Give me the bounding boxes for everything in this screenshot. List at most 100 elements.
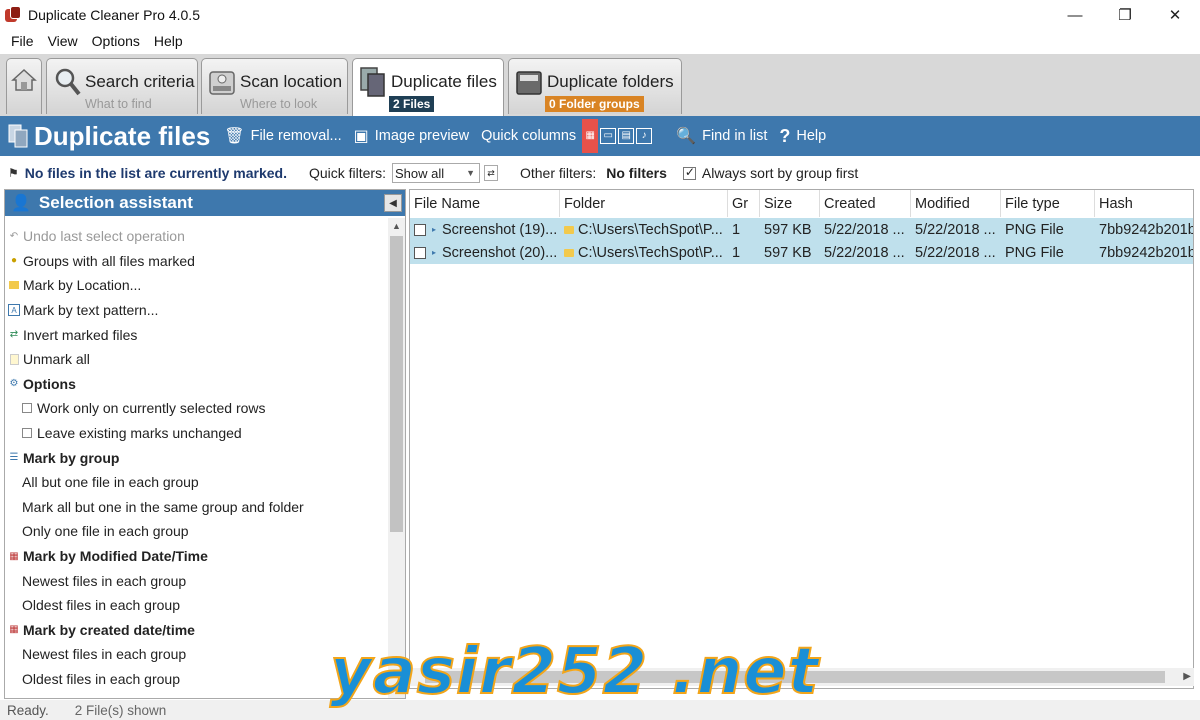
item-label: Newest files in each group: [22, 572, 187, 589]
filter-bar: ⚑ No files in the list are currently mar…: [0, 158, 1200, 188]
cell-created: 5/22/2018 ...: [824, 244, 905, 261]
cell-file-name: Screenshot (19)...: [442, 221, 558, 238]
home-icon: [11, 68, 37, 91]
column-hash[interactable]: Hash: [1095, 190, 1193, 217]
item-label: Oldest files in each group: [22, 597, 180, 614]
item-label: Only one file in each group: [22, 523, 189, 540]
tab-title: Scan location: [240, 72, 343, 91]
all-but-one-same-folder[interactable]: Mark all but one in the same group and f…: [5, 495, 385, 520]
leave-existing-marks[interactable]: Leave existing marks unchanged: [5, 421, 385, 446]
newest-modified[interactable]: Newest files in each group: [5, 568, 385, 593]
scroll-up-icon[interactable]: ▲: [388, 218, 405, 235]
find-in-list-label: Find in list: [702, 128, 768, 144]
column-group[interactable]: Gr: [728, 190, 760, 217]
menu-help[interactable]: Help: [147, 33, 190, 49]
marked-status: No files in the list are currently marke…: [24, 165, 287, 181]
column-folder[interactable]: Folder: [560, 190, 728, 217]
item-label: Newest files in each group: [22, 646, 187, 663]
work-only-selected-checkbox[interactable]: [22, 403, 32, 414]
column-size[interactable]: Size: [760, 190, 820, 217]
column-file-type[interactable]: File type: [1001, 190, 1095, 217]
item-label: All but one file in each group: [22, 474, 199, 491]
search-icon: 🔍: [676, 128, 697, 145]
close-button[interactable]: ✕: [1150, 0, 1200, 30]
find-in-list-button[interactable]: 🔍 Find in list: [676, 126, 767, 146]
newest-created[interactable]: Newest files in each group: [5, 642, 385, 667]
undo-last-select[interactable]: ↶ Undo last select operation: [5, 224, 385, 249]
cell-created: 5/22/2018 ...: [824, 221, 905, 238]
quick-columns-button[interactable]: Quick columns: [481, 128, 576, 144]
tab-title: Duplicate files: [391, 72, 497, 91]
table-row[interactable]: ▸ Screenshot (20)... C:\Users\TechSpot\P.…: [410, 241, 1193, 264]
row-checkbox[interactable]: [414, 223, 426, 236]
leave-marks-checkbox[interactable]: [22, 428, 32, 439]
duplicate-files-icon: [8, 124, 28, 148]
window-title: Duplicate Cleaner Pro 4.0.5: [28, 7, 200, 23]
help-button[interactable]: ? Help: [779, 126, 826, 147]
file-icon: ▸: [432, 248, 437, 257]
tab-scan-location[interactable]: Scan location Where to look: [201, 58, 348, 114]
table-row[interactable]: ▸ Screenshot (19)... C:\Users\TechSpot\P.…: [410, 218, 1193, 241]
left-scrollbar[interactable]: ▲: [388, 218, 405, 698]
quick-columns-label: Quick columns: [481, 128, 577, 144]
work-only-selected-rows[interactable]: Work only on currently selected rows: [5, 396, 385, 421]
menu-view[interactable]: View: [41, 33, 85, 49]
folder-icon: [516, 71, 542, 95]
groups-with-all-marked[interactable]: ● Groups with all files marked: [5, 249, 385, 274]
menu-bar: File View Options Help: [0, 30, 1200, 52]
page-title: Duplicate files: [34, 120, 211, 151]
image-columns-icon[interactable]: ▤: [618, 128, 635, 144]
tab-home[interactable]: [6, 58, 42, 114]
image-preview-button[interactable]: ▣ Image preview: [354, 126, 469, 146]
drive-icon: [209, 71, 235, 95]
quick-filter-select[interactable]: Show all ▼: [391, 163, 480, 183]
table-header: File Name Folder Gr Size Created Modifie…: [410, 190, 1193, 217]
oldest-created[interactable]: Oldest files in each group: [5, 667, 385, 692]
calendar-icon: ▦: [9, 624, 19, 636]
column-modified[interactable]: Modified: [911, 190, 1001, 217]
only-one-in-group[interactable]: Only one file in each group: [5, 519, 385, 544]
invert-icon: ⇄: [9, 329, 19, 341]
tab-search-criteria[interactable]: Search criteria What to find: [46, 58, 198, 114]
tab-strip: Search criteria What to find Scan locati…: [0, 54, 1200, 116]
minimize-button[interactable]: —: [1050, 0, 1100, 30]
column-created[interactable]: Created: [820, 190, 911, 217]
file-removal-button[interactable]: 🗑 File removal...: [224, 126, 341, 146]
selection-assistant-header: 👤 Selection assistant ◀: [5, 190, 405, 216]
restore-button[interactable]: ❐: [1100, 0, 1150, 30]
mark-by-location[interactable]: Mark by Location...: [5, 273, 385, 298]
grid-columns-icon[interactable]: ▦: [582, 119, 599, 153]
other-filters-label: Other filters:: [519, 165, 597, 181]
tab-duplicate-files[interactable]: Duplicate files 2 Files: [352, 58, 504, 116]
cell-modified: 5/22/2018 ...: [915, 221, 996, 238]
sort-by-group-checkbox[interactable]: [682, 165, 696, 180]
unmark-all[interactable]: Unmark all: [5, 347, 385, 372]
oldest-modified[interactable]: Oldest files in each group: [5, 593, 385, 618]
folder-icon: [564, 248, 574, 257]
tab-duplicate-folders[interactable]: Duplicate folders 0 Folder groups: [508, 58, 682, 114]
help-label: Help: [796, 128, 827, 144]
scroll-right-icon[interactable]: ▶: [1183, 668, 1191, 686]
music-columns-icon[interactable]: ♪: [636, 128, 653, 144]
selection-assistant-list: ↶ Undo last select operation ● Groups wi…: [5, 224, 385, 691]
row-checkbox[interactable]: [414, 246, 426, 259]
scroll-thumb[interactable]: [390, 236, 403, 532]
column-file-name[interactable]: File Name: [410, 190, 560, 217]
mark-by-group-section: ☰ Mark by group: [5, 445, 385, 470]
invert-marked[interactable]: ⇄ Invert marked files: [5, 322, 385, 347]
watermark: yasir252 .net: [329, 634, 820, 710]
text-pattern-icon: A: [8, 304, 20, 317]
mark-by-text-pattern[interactable]: A Mark by text pattern...: [5, 298, 385, 323]
sort-by-group-label: Always sort by group first: [701, 165, 859, 181]
refresh-filter-button[interactable]: ⇄: [483, 165, 498, 181]
collapse-panel-button[interactable]: ◀: [384, 194, 402, 212]
menu-options[interactable]: Options: [85, 33, 147, 49]
window-columns-icon[interactable]: ▭: [600, 128, 617, 144]
all-but-one-in-group[interactable]: All but one file in each group: [5, 470, 385, 495]
calendar-icon: ▦: [9, 550, 19, 562]
status-text: Ready.: [7, 702, 49, 718]
other-filters-value[interactable]: No filters: [606, 165, 667, 181]
image-icon: ▣: [353, 128, 369, 145]
warning-icon: ●: [10, 255, 18, 267]
menu-file[interactable]: File: [4, 33, 41, 49]
